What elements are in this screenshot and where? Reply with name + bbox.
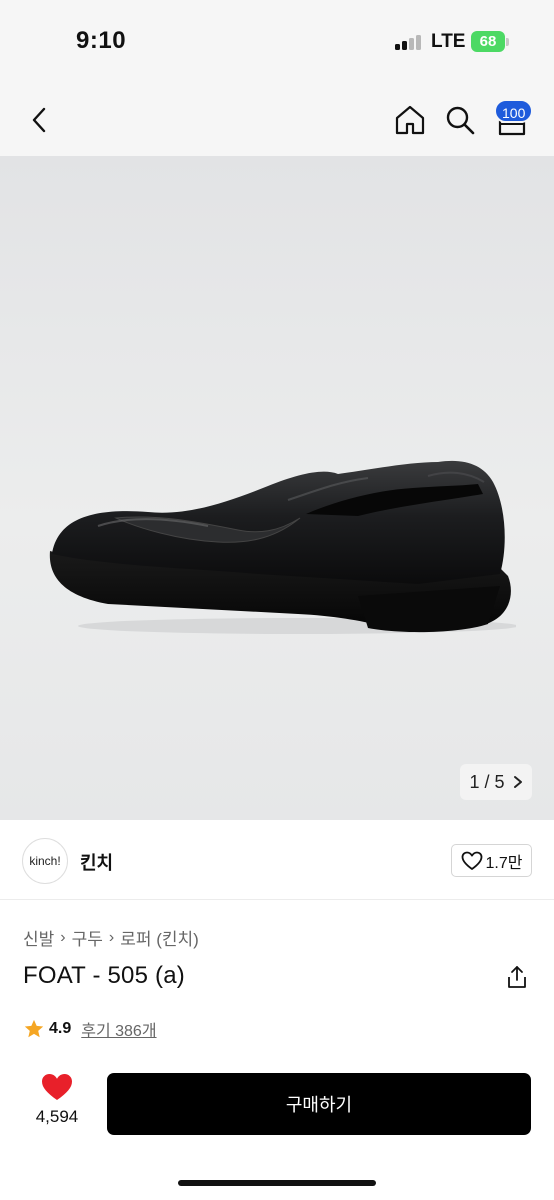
home-indicator[interactable]: [178, 1180, 376, 1186]
buy-button[interactable]: 구매하기: [107, 1073, 531, 1135]
home-icon: [395, 105, 425, 135]
share-icon: [508, 966, 526, 988]
network-type: LTE: [431, 31, 466, 52]
gallery-pager[interactable]: 1 / 5: [460, 764, 532, 800]
rating-score: 4.9: [49, 1020, 72, 1037]
heart-icon: [42, 1074, 72, 1100]
brand-name[interactable]: 킨치: [80, 849, 113, 875]
breadcrumb-item[interactable]: 로퍼 (킨치): [120, 925, 199, 950]
breadcrumb-item[interactable]: 구두: [72, 925, 103, 950]
search-icon: [446, 106, 475, 135]
product-title: FOAT - 505 (a): [23, 962, 185, 989]
gallery-current: 1: [469, 771, 480, 792]
battery-cap: [506, 38, 509, 46]
gallery-separator: /: [484, 771, 490, 792]
nav-bar: [0, 84, 554, 156]
product-image[interactable]: 1 / 5: [0, 156, 554, 820]
battery-icon: 68: [471, 31, 505, 52]
status-bar: 9:10 LTE 68: [0, 0, 554, 84]
chevron-right-icon: ›: [60, 928, 66, 946]
brand-row: kinch! 킨치 1.7만: [0, 820, 554, 900]
signal-icon: [395, 34, 421, 50]
star-icon: [24, 1019, 44, 1038]
review-link[interactable]: 후기 386개: [81, 1017, 156, 1041]
breadcrumb-item[interactable]: 신발: [23, 925, 54, 950]
heart-outline-icon: [461, 851, 482, 870]
brand-logo[interactable]: kinch!: [22, 838, 68, 884]
search-button[interactable]: [442, 100, 478, 140]
status-time: 9:10: [76, 27, 127, 54]
chevron-left-icon: [32, 107, 46, 133]
loafer-image: [49, 460, 516, 634]
brand-like-count: 1.7만: [485, 854, 523, 872]
back-button[interactable]: [20, 100, 60, 140]
wish-count: 4,594: [35, 1107, 79, 1126]
chevron-right-icon: ›: [108, 928, 115, 946]
rating-row: 4.9 후기 386개: [23, 1017, 157, 1041]
home-button[interactable]: [392, 100, 428, 140]
wish-button[interactable]: 4,594: [26, 1073, 88, 1127]
cart-badge: 100: [494, 99, 534, 123]
chevron-right-icon: [513, 776, 522, 788]
share-button[interactable]: [504, 964, 530, 990]
breadcrumb: 신발 › 구두 › 로퍼 (킨치): [23, 925, 199, 950]
gallery-counter: 1 / 5: [469, 772, 504, 793]
gallery-total: 5: [494, 771, 505, 792]
brand-like-button[interactable]: 1.7만: [451, 844, 532, 877]
